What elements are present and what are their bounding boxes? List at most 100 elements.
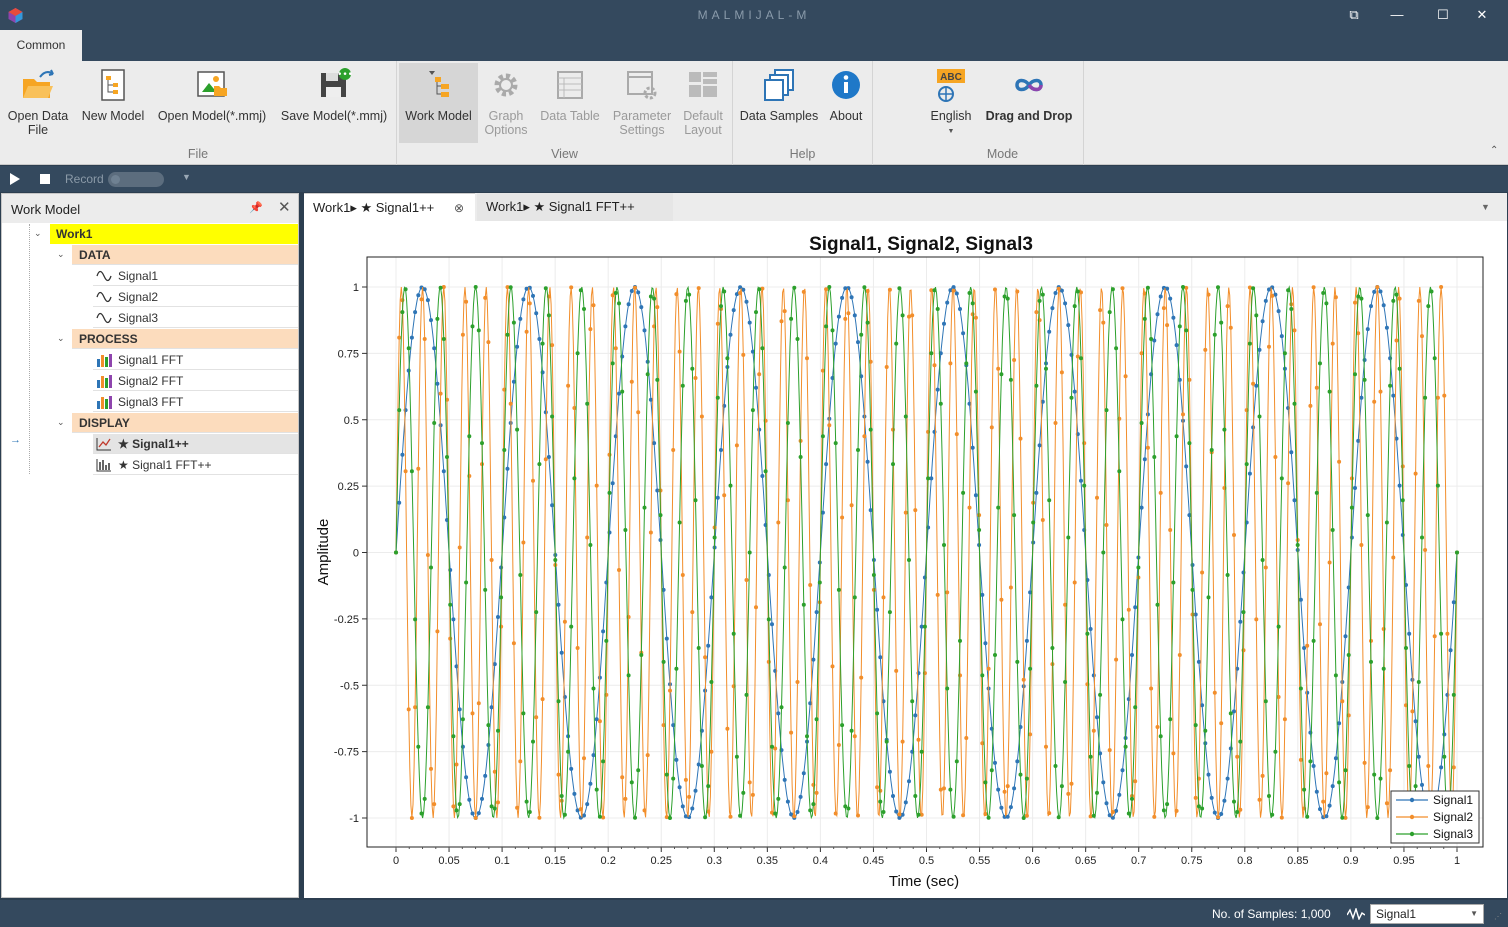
close-tab-icon[interactable]: ⊗ [454,194,464,222]
data-point [409,335,414,340]
new-model-button[interactable]: New Model [78,63,148,143]
data-point [1378,389,1383,394]
data-point [642,808,647,813]
data-point [671,448,676,452]
data-point [680,804,685,809]
chart[interactable]: Signal1, Signal2, Signal3 0 0.05 0.1 0.15 0.… [304,221,1507,898]
data-point [795,810,800,814]
tabs-dropdown-icon[interactable]: ▼ [1481,193,1490,221]
tree-section-display[interactable]: DISPLAY [72,413,298,433]
maximize-button[interactable]: ☐ [1430,4,1456,26]
play-button[interactable] [9,172,21,186]
data-point [878,655,883,660]
data-point [986,666,991,671]
tree-section-data[interactable]: DATA [72,245,298,265]
data-point [1200,570,1205,575]
data-point [1123,744,1128,749]
data-point [572,476,577,481]
tree-item-signal2-fft[interactable]: Signal2 FFT [93,371,298,391]
data-point [687,292,692,297]
tree-item-signal3[interactable]: Signal3 [93,308,298,328]
restore-layout-button[interactable]: ⧉ [1341,4,1367,26]
data-point [1015,759,1020,764]
work-model-button[interactable]: Work Model [399,63,478,143]
parameter-settings-button[interactable]: Parameter Settings [607,63,677,143]
data-point [1082,483,1087,488]
data-point [1008,585,1013,590]
minimize-button[interactable]: — [1384,4,1410,26]
data-point [648,530,653,535]
data-point [1190,587,1195,592]
data-point [1388,356,1393,361]
pin-icon[interactable]: 📌 [249,201,263,214]
stop-button[interactable] [40,174,50,184]
data-point [840,515,845,520]
data-point [521,297,526,302]
tree-item-signal1[interactable]: Signal1 [93,266,298,286]
tree-item-signal3-fft[interactable]: Signal3 FFT [93,392,298,412]
data-point [1193,795,1198,800]
data-point [996,366,1001,371]
data-point [1104,523,1109,527]
tree-section-process[interactable]: PROCESS [72,329,298,349]
tab-common[interactable]: Common [0,30,82,61]
data-point [690,366,695,371]
data-point [1168,528,1173,532]
signal-select[interactable]: Signal1 ▼ [1370,904,1484,924]
open-model-button[interactable]: Open Model(*.mmj) [154,63,270,143]
data-point [1047,811,1052,816]
expand-data-icon[interactable]: ⌄ [57,249,65,260]
tree-connector [29,224,30,474]
data-point [432,346,437,351]
tree-item-signal1-display[interactable]: ★ Signal1++ [93,434,298,454]
expand-process-icon[interactable]: ⌄ [57,333,65,344]
data-point [773,811,778,816]
data-point [747,780,752,785]
data-point [668,688,672,693]
data-point [958,673,962,678]
about-button[interactable]: About [823,63,869,143]
tree-root-work1[interactable]: Work1 [50,224,298,244]
doc-tab-signal1-fft[interactable]: Work1▸ ★ Signal1 FFT++ [477,193,673,221]
resize-grip-icon[interactable]: ⋰ [1494,912,1502,921]
data-point [1034,310,1039,315]
data-table-button[interactable]: Data Table [536,63,604,143]
close-panel-icon[interactable]: ✕ [278,198,291,216]
language-dropdown-arrow-icon: ▼ [947,128,955,135]
data-point [932,288,937,293]
tree-item-signal2[interactable]: Signal2 [93,287,298,307]
drag-and-drop-button[interactable]: Drag and Drop [980,63,1078,143]
tree-item-signal1-fft[interactable]: Signal1 FFT [93,350,298,370]
data-point [798,794,803,799]
english-language-button[interactable]: ABC English ▼ [926,63,976,143]
data-point [836,314,841,319]
ribbon-group-file: Open Data File New Model Open Model(*.mm… [0,61,397,165]
toolbar-dropdown-icon[interactable]: ▼ [182,172,191,182]
data-samples-button[interactable]: Data Samples [739,63,819,143]
default-layout-button[interactable]: Default Layout [677,63,729,143]
data-point [1327,803,1332,808]
data-point [725,726,730,731]
data-point [865,320,870,325]
tree-item-signal1-fft-display[interactable]: ★ Signal1 FFT++ [93,455,298,475]
data-point [476,701,481,706]
y-tick-label: -1 [349,813,359,825]
x-tick-label: 0.55 [969,855,990,867]
graph-options-button[interactable]: Graph Options [479,63,533,143]
data-point [856,813,860,818]
close-button[interactable]: ✕ [1469,4,1495,26]
data-point [1212,810,1217,815]
doc-tab-signal1[interactable]: Work1▸ ★ Signal1++ ⊗ [304,193,475,221]
expand-work1-icon[interactable]: ⌄ [34,228,42,239]
data-point [416,466,421,471]
group-label-help: Help [789,147,816,161]
collapse-ribbon-icon[interactable]: ⌃ [1490,145,1498,156]
data-point [731,631,736,636]
data-point [435,316,440,321]
expand-display-icon[interactable]: ⌄ [57,417,65,428]
parameter-settings-icon [627,71,657,100]
record-toggle[interactable] [108,172,164,187]
open-data-file-button[interactable]: Open Data File [4,63,72,143]
playback-toolbar: Record ▼ [0,166,1508,192]
save-model-button[interactable]: ••• Save Model(*.mmj) [277,63,391,143]
